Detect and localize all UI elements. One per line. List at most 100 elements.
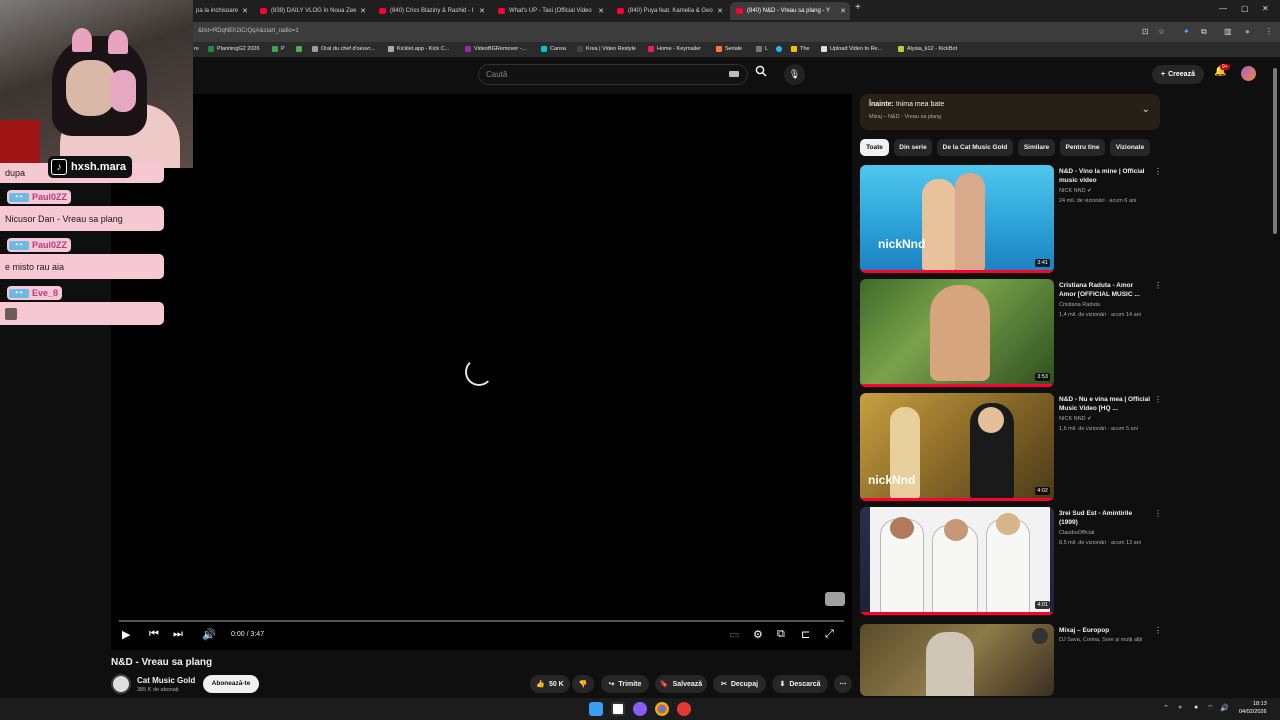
progress-bar[interactable] [119, 620, 844, 622]
channel-name[interactable]: Cat Music Gold [137, 676, 195, 685]
close-icon[interactable]: ✕ [717, 7, 723, 15]
previous-button[interactable]: ⏮ [149, 628, 159, 641]
close-icon[interactable]: ✕ [598, 7, 604, 15]
scrollbar[interactable] [1272, 64, 1278, 696]
recommended-video[interactable]: 4:01 3rei Sud Est - Amintirile (1999) Cl… [860, 507, 1162, 615]
recommended-video[interactable]: 3:53 Cristiana Raduta - Amor Amor [OFFIC… [860, 279, 1162, 387]
recommendation-title[interactable]: N&D - Nu e vina mea | Official Music Vid… [1059, 395, 1151, 413]
playlist-up-next[interactable]: Înainte: Inima mea bate Mixaj – N&D - Vr… [860, 94, 1160, 130]
bookmark[interactable]: L [756, 46, 768, 52]
new-tab-button[interactable]: + [855, 2, 861, 13]
clock-time[interactable]: 18:13 [1253, 701, 1267, 707]
wifi-icon[interactable]: ⌔ [1207, 704, 1214, 713]
download-button[interactable]: ⬇ Descarcă [772, 675, 828, 693]
bookmark[interactable]: Home - Keymailer [648, 46, 701, 52]
video-player[interactable]: ▶ ⏮ ⏭ 🔊 0:00 / 3:47 ▭ ⚙ ⧉ ⊏ ⤢ [111, 94, 852, 650]
url-text[interactable]: &list=RDqNEh2iCrQqA&start_radio=1 [198, 28, 299, 34]
chip-for-you[interactable]: Pentru tine [1060, 139, 1105, 156]
voice-search-button[interactable]: 🎙 [784, 64, 805, 85]
recommendation-title[interactable]: Cristiana Raduta - Amor Amor [OFFICIAL M… [1059, 281, 1151, 299]
extensions-puzzle-icon[interactable]: ⧉ [1201, 27, 1207, 37]
window-close-button[interactable]: ✕ [1262, 4, 1269, 13]
channel-avatar[interactable] [111, 674, 131, 694]
save-button[interactable]: 🔖 Salvează [655, 675, 707, 693]
chevron-up-icon[interactable]: ⌃ [1163, 704, 1169, 712]
bookmark-star-icon[interactable]: ☆ [1158, 27, 1165, 36]
bookmark[interactable] [776, 46, 785, 52]
recommendation-channel[interactable]: NICK NND ✔ [1059, 188, 1092, 194]
bookmark[interactable]: Upload Video to Re... [821, 46, 882, 52]
video-thumbnail[interactable]: 3:53 [860, 279, 1054, 387]
subscribe-button[interactable]: Abonează-te [203, 675, 259, 693]
bookmark[interactable]: Kicklet.app - Kick C... [388, 46, 449, 52]
bookmark[interactable]: VideoBGRemover -... [465, 46, 526, 52]
more-icon[interactable]: ⋮ [1154, 626, 1162, 635]
file-explorer-icon[interactable] [611, 702, 625, 716]
minimize-button[interactable]: — [1219, 4, 1227, 13]
recommended-video[interactable]: nickNnd 4:02 N&D - Nu e vina mea | Offic… [860, 393, 1162, 501]
chevron-down-icon[interactable]: ⌄ [1142, 104, 1150, 115]
chip-series[interactable]: Din serie [894, 139, 932, 156]
recommendation-title[interactable]: Mixaj – Europop [1059, 626, 1151, 635]
play-button[interactable]: ▶ [122, 628, 130, 641]
like-button[interactable]: 👍 50 K [530, 675, 570, 693]
share-button[interactable]: ↪ Trimite [601, 675, 649, 693]
bookmark[interactable] [296, 46, 305, 52]
chrome-icon[interactable] [655, 702, 669, 716]
dislike-button[interactable]: 👎 [572, 675, 594, 693]
create-button[interactable]: + Creează [1152, 65, 1204, 84]
discord-icon[interactable] [633, 702, 647, 716]
youtube-watermark-icon[interactable] [825, 592, 845, 606]
volume-icon[interactable]: 🔊 [202, 628, 216, 641]
obs-icon[interactable] [677, 702, 691, 716]
recommendation-title[interactable]: 3rei Sud Est - Amintirile (1999) [1059, 509, 1151, 527]
recommendation-channel[interactable]: NICK NND ✔ [1059, 416, 1092, 422]
sidebar-icon[interactable]: ▥ [1224, 27, 1232, 36]
browser-tab[interactable]: What's UP - Taxi (Official Video ✕ [492, 2, 608, 20]
chip-channel[interactable]: De la Cat Music Gold [937, 139, 1013, 156]
keyboard-icon[interactable] [729, 71, 739, 77]
more-actions-button[interactable]: ⋯ [834, 675, 852, 693]
video-thumbnail[interactable]: 4:01 [860, 507, 1054, 615]
profile-icon[interactable]: ● [1245, 27, 1250, 36]
bookmark[interactable]: Canva [541, 46, 566, 52]
settings-gear-icon[interactable]: ⚙ [753, 628, 763, 641]
video-thumbnail[interactable]: nickNnd 4:02 [860, 393, 1054, 501]
more-icon[interactable]: ⋮ [1154, 395, 1162, 404]
close-icon[interactable]: ✕ [360, 7, 366, 15]
bookmark[interactable]: Alysia_k12 - KickBot [898, 46, 957, 52]
more-icon[interactable]: ⋮ [1154, 167, 1162, 176]
bookmark[interactable]: Oral du chef d'oeuvr... [312, 46, 375, 52]
bookmark[interactable]: Krea | Video Restyle [577, 46, 636, 52]
video-thumbnail[interactable] [860, 624, 1054, 696]
speaker-icon[interactable]: 🔊 [1220, 704, 1229, 712]
recommended-mix[interactable]: Mixaj – Europop DJ Sava, Corina, Sore și… [860, 624, 1162, 696]
chip-similar[interactable]: Similare [1018, 139, 1055, 156]
avatar[interactable] [1241, 66, 1256, 81]
tray-app-icon[interactable]: ● [1194, 704, 1198, 711]
windows-start-icon[interactable] [589, 702, 603, 716]
bookmark[interactable]: The [791, 46, 809, 52]
video-thumbnail[interactable]: nickNnd 3:41 [860, 165, 1054, 273]
miniplayer-icon[interactable]: ⧉ [777, 628, 785, 641]
browser-tab[interactable]: (840) Puya feat. Kamelia & Geo ✕ [611, 2, 727, 20]
install-app-icon[interactable]: ⊡ [1142, 27, 1149, 36]
recommendation-channel[interactable]: ClaudiuOfficial [1059, 530, 1094, 536]
browser-tab[interactable]: (840) Criss Blaziny & Rashid - I ✕ [373, 2, 489, 20]
scrollbar-thumb[interactable] [1273, 68, 1277, 234]
bookmark[interactable]: PlanningG2 2026 [208, 46, 260, 52]
fullscreen-icon[interactable]: ⤢ [825, 628, 834, 641]
browser-tab[interactable]: (839) DAILY VLOG în Noua Zee ✕ [254, 2, 370, 20]
clip-button[interactable]: ✂ Decupaj [713, 675, 766, 693]
next-button[interactable]: ⏭ [173, 628, 183, 641]
browser-tab[interactable]: pa la inchisoare ✕ [190, 2, 252, 20]
chip-watched[interactable]: Vizionate [1110, 139, 1150, 156]
search-button[interactable] [750, 64, 772, 85]
more-icon[interactable]: ⋮ [1154, 281, 1162, 290]
clock-date[interactable]: 04/02/2026 [1239, 709, 1267, 715]
chip-all[interactable]: Toate [860, 139, 889, 156]
close-icon[interactable]: ✕ [840, 7, 846, 15]
search-input[interactable]: Caută [478, 64, 748, 85]
bookmark[interactable]: re [194, 46, 199, 52]
tray-app-icon[interactable]: ● [1178, 704, 1182, 711]
